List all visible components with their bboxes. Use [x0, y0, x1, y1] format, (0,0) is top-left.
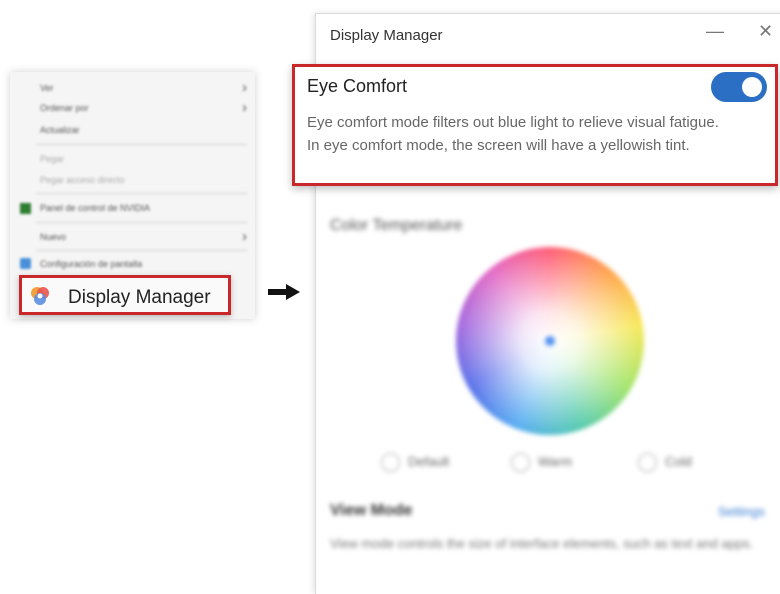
radio-default-label: Default — [408, 453, 450, 469]
display-manager-logo-icon — [31, 287, 49, 305]
eye-comfort-title: Eye Comfort — [307, 76, 408, 96]
context-menu-item-nvidia[interactable]: Panel de control de NVIDIA — [40, 203, 150, 213]
minimize-button[interactable]: — — [706, 21, 724, 42]
radio-warm[interactable]: Warm — [511, 453, 572, 472]
context-menu-item-new[interactable]: Nuevo — [40, 232, 66, 242]
color-wheel-picker[interactable] — [545, 336, 555, 346]
context-menu-separator — [36, 144, 247, 145]
chevron-right-icon: › — [242, 228, 247, 245]
context-menu-item-display-settings[interactable]: Configuración de pantalla — [40, 259, 142, 269]
radio-cold[interactable]: Cold — [638, 453, 692, 472]
context-menu-item-paste[interactable]: Pegar — [40, 154, 64, 164]
chevron-right-icon: › — [242, 79, 247, 96]
view-mode-settings-link[interactable]: Settings — [718, 504, 765, 519]
nvidia-icon — [20, 203, 31, 214]
radio-default[interactable]: Default — [381, 453, 449, 472]
display-manager-label: Display Manager — [68, 287, 211, 308]
arrow-right-icon — [268, 284, 300, 300]
eye-comfort-panel: Eye Comfort Eye comfort mode filters out… — [292, 64, 778, 186]
window-titlebar: Display Manager — ✕ — [316, 14, 780, 58]
context-menu-item-paste-shortcut[interactable]: Pegar acceso directo — [40, 175, 125, 185]
radio-cold-label: Cold — [665, 453, 692, 469]
context-menu-separator — [36, 250, 247, 251]
toggle-knob — [742, 77, 762, 97]
radio-warm-label: Warm — [538, 453, 573, 469]
context-menu-item-refresh[interactable]: Actualizar — [40, 125, 80, 135]
context-menu-separator — [36, 222, 247, 223]
display-settings-icon — [20, 258, 31, 269]
eye-comfort-toggle[interactable] — [711, 72, 767, 102]
view-mode-description: View mode controls the size of interface… — [330, 536, 754, 551]
close-button[interactable]: ✕ — [758, 21, 773, 42]
color-temperature-title: Color Temperature — [330, 217, 463, 234]
chevron-right-icon: › — [242, 99, 247, 116]
radio-circle-icon — [381, 453, 400, 472]
radio-circle-icon — [638, 453, 657, 472]
view-mode-title: View Mode — [330, 502, 413, 519]
context-menu-item-view[interactable]: Ver — [40, 83, 54, 93]
window-title: Display Manager — [330, 27, 443, 44]
color-wheel[interactable] — [456, 247, 644, 435]
context-menu-separator — [36, 193, 247, 194]
context-menu-item-display-manager[interactable]: Display Manager — [19, 275, 231, 315]
eye-comfort-description-2: In eye comfort mode, the screen will hav… — [307, 137, 690, 154]
context-menu-item-sort[interactable]: Ordenar por — [40, 103, 89, 113]
eye-comfort-description: Eye comfort mode filters out blue light … — [307, 111, 762, 157]
eye-comfort-description-1: Eye comfort mode filters out blue light … — [307, 114, 719, 131]
radio-circle-icon — [511, 453, 530, 472]
